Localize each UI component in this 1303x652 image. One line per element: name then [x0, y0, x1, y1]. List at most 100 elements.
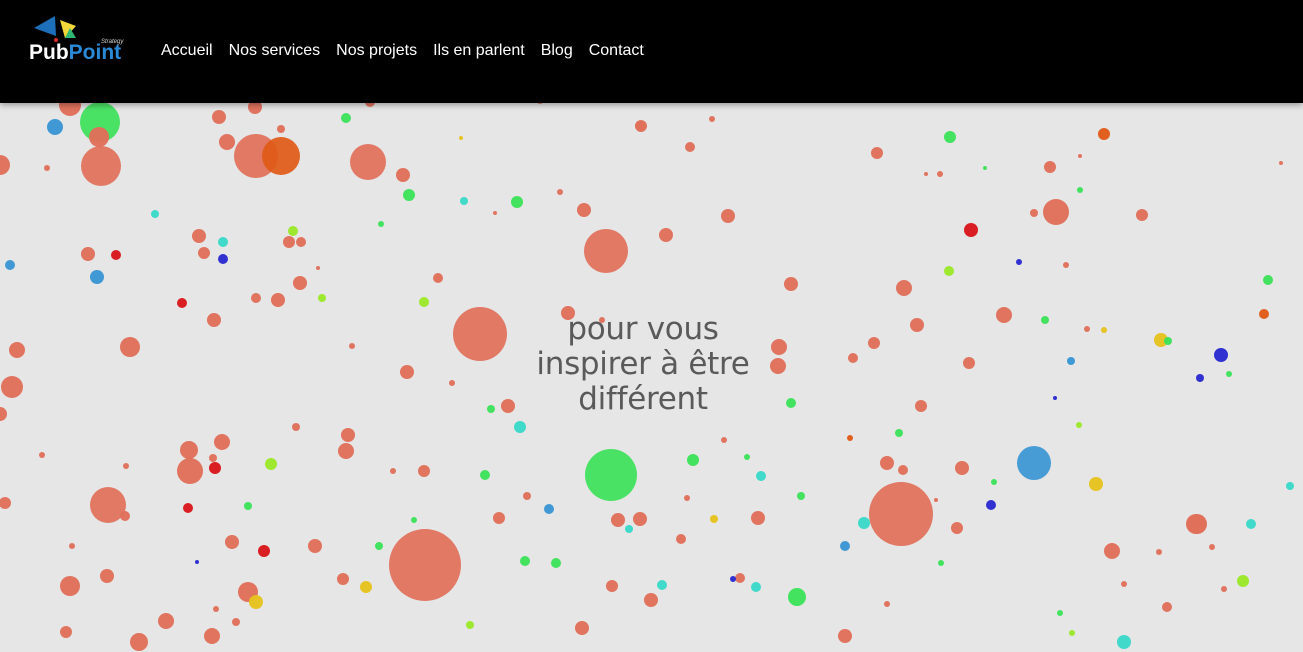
bubble: [1076, 422, 1082, 428]
bubble: [871, 147, 883, 159]
bubble: [625, 525, 633, 533]
bubble: [0, 497, 11, 509]
top-navbar: Strategy PubPoint Accueil Nos services N…: [0, 0, 1303, 103]
bubble: [308, 539, 322, 553]
nav-blog[interactable]: Blog: [541, 42, 573, 59]
nav-item: Blog: [541, 40, 573, 62]
bubble: [218, 254, 228, 264]
bubble: [262, 137, 300, 175]
bubble: [44, 165, 50, 171]
bubble: [896, 280, 912, 296]
bubble: [684, 495, 690, 501]
bubble: [459, 136, 463, 140]
bubble: [258, 545, 270, 557]
pubpoint-logo[interactable]: Strategy PubPoint: [28, 14, 128, 70]
bubble: [100, 569, 114, 583]
bubble: [557, 189, 563, 195]
bubble: [316, 266, 320, 270]
bubble: [751, 582, 761, 592]
bubble: [90, 270, 104, 284]
bubble: [910, 318, 924, 332]
nav-accueil[interactable]: Accueil: [161, 42, 213, 59]
bubble: [400, 365, 414, 379]
bubble: [1156, 549, 1162, 555]
bubble: [986, 500, 996, 510]
bubble: [487, 405, 495, 413]
bubble: [635, 121, 645, 131]
bubble: [1162, 602, 1172, 612]
bubble: [249, 595, 263, 609]
nav-ils-en-parlent[interactable]: Ils en parlent: [433, 42, 525, 59]
bubble: [60, 576, 80, 596]
bubble: [390, 468, 396, 474]
bubble: [180, 441, 198, 459]
bubble: [375, 542, 383, 550]
bubble: [225, 535, 239, 549]
bubble: [460, 197, 468, 205]
bubble: [838, 629, 852, 643]
bubble: [1196, 374, 1204, 382]
nav-nos-services[interactable]: Nos services: [229, 42, 321, 59]
bubble: [338, 443, 354, 459]
bubble: [389, 529, 461, 601]
bubble: [177, 458, 203, 484]
bubble: [606, 580, 618, 592]
bubble: [183, 503, 193, 513]
bubble: [1030, 209, 1038, 217]
bubble: [924, 172, 928, 176]
bubble: [411, 517, 417, 523]
bubble: [520, 556, 530, 566]
bubble: [676, 534, 686, 544]
bubble: [214, 434, 230, 450]
bubble: [1259, 309, 1269, 319]
bubble: [898, 465, 908, 475]
bubble: [1237, 575, 1249, 587]
bubble: [341, 428, 355, 442]
bubble: [847, 435, 853, 441]
bubble: [544, 504, 554, 514]
bubble: [1041, 316, 1049, 324]
bubble: [218, 237, 228, 247]
bubble: [130, 633, 148, 651]
bubble: [396, 168, 410, 182]
bubble: [721, 437, 727, 443]
bubble: [111, 250, 121, 260]
bubble: [1101, 327, 1107, 333]
bubble: [292, 423, 300, 431]
bubble: [232, 618, 240, 626]
bubble: [1164, 337, 1172, 345]
bubble: [1286, 482, 1294, 490]
hero-tagline-line-2: inspirer à être: [536, 346, 750, 382]
bubble: [360, 581, 372, 593]
bubble: [938, 560, 944, 566]
bubble: [1226, 371, 1232, 377]
bubble: [350, 144, 386, 180]
bubble: [1098, 128, 1110, 140]
nav-contact[interactable]: Contact: [589, 42, 644, 59]
bubble: [1209, 544, 1215, 550]
bubble: [659, 228, 673, 242]
bubble: [493, 211, 497, 215]
bubble: [207, 313, 221, 327]
bubble: [884, 601, 890, 607]
bubble: [318, 294, 326, 302]
nav-nos-projets[interactable]: Nos projets: [336, 42, 417, 59]
hero-tagline-line-1: pour vous: [567, 311, 719, 347]
bubble: [204, 628, 220, 644]
bubble: [1017, 446, 1051, 480]
bubble: [751, 511, 765, 525]
bubble: [47, 119, 63, 135]
bubble: [1016, 259, 1022, 265]
bubble: [735, 573, 745, 583]
bubble: [657, 580, 667, 590]
bubble: [730, 576, 736, 582]
bubble: [937, 171, 943, 177]
bubble: [1043, 199, 1069, 225]
bubble: [1069, 630, 1075, 636]
bubble: [1279, 161, 1283, 165]
bubble: [213, 606, 219, 612]
bubble: [0, 155, 10, 175]
bubble: [996, 307, 1012, 323]
bubble: [419, 297, 429, 307]
bubble: [964, 223, 978, 237]
